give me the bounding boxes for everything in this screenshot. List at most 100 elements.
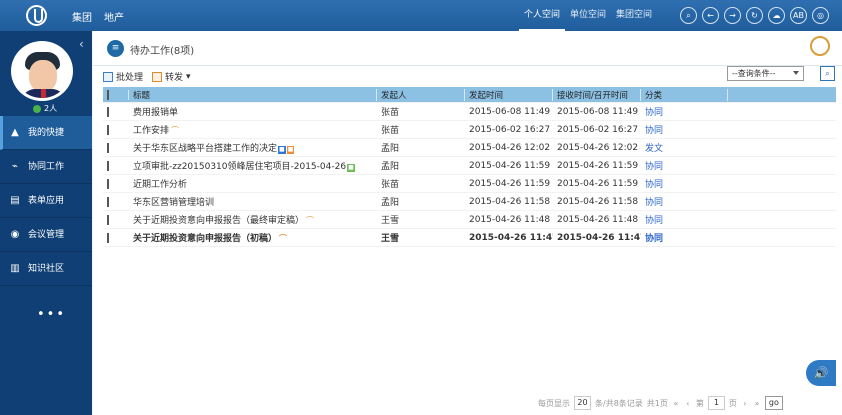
first-page-icon[interactable]: « (672, 399, 680, 408)
tab-unit-space[interactable]: 单位空间 (565, 0, 611, 31)
table-row[interactable]: 华东区营销管理培训 孟阳 2015-04-26 11:58 2015-04-26… (103, 193, 836, 211)
row-title-cell[interactable]: 关于近期投资意向申报报告（初稿） ⌒ (129, 231, 377, 244)
next-page-icon[interactable]: › (741, 399, 749, 408)
header-sender[interactable]: 发起人 (377, 88, 465, 101)
nav-real-estate[interactable]: 地产 (104, 9, 124, 24)
row-category[interactable]: 协同 (641, 177, 728, 190)
row-title-cell[interactable]: 立项审批-zz20150310领峰居住宅项目-2015-04-26 ■ (129, 159, 377, 172)
row-category[interactable]: 协同 (641, 213, 728, 226)
header-start-time[interactable]: 发起时间 (465, 88, 553, 101)
refresh-icon[interactable]: ↻ (746, 7, 763, 24)
table-row[interactable]: 关于华东区战略平台搭建工作的决定 ■ ■ 孟阳 2015-04-26 12:02 2… (103, 139, 836, 157)
table-row[interactable]: 立项审批-zz20150310领峰居住宅项目-2015-04-26 ■ 孟阳 20… (103, 157, 836, 175)
sidebar-item-collaboration[interactable]: ⌁ 协同工作 (0, 150, 92, 184)
table-row[interactable]: 工作安排 ⌒ 张苗 2015-06-02 16:27 2015-06-02 16:… (103, 121, 836, 139)
row-title[interactable]: 关于近期投资意向申报报告（初稿） (133, 234, 277, 244)
form-icon: ▤ (10, 194, 20, 206)
row-received-time: 2015-06-08 11:49 (557, 106, 639, 117)
sidebar-item-shortcuts[interactable]: ▲ 我的快捷 (0, 116, 92, 150)
tab-personal-space[interactable]: 个人空间 (519, 0, 566, 31)
row-category[interactable]: 协同 (641, 159, 728, 172)
table-row[interactable]: 近期工作分析 张苗 2015-04-26 11:59 2015-04-26 11… (103, 175, 836, 193)
company-logo (26, 5, 47, 26)
sidebar-item-forms[interactable]: ▤ 表单应用 (0, 184, 92, 218)
row-title-cell[interactable]: 关于华东区战略平台搭建工作的决定 ■ ■ (129, 141, 377, 154)
triangle-icon: ▲ (11, 126, 19, 138)
sidebar-item-label: 表单应用 (28, 195, 65, 206)
row-checkbox[interactable] (107, 232, 109, 243)
row-received-time: 2015-06-02 16:27 (557, 124, 639, 135)
menu-icon[interactable]: ≡ (107, 40, 124, 57)
forward-label: 转发 (165, 73, 184, 83)
row-sender: 张苗 (381, 126, 400, 136)
table-row[interactable]: 关于近期投资意向申报报告（最终审定稿） ⌒ 王雪 2015-04-26 11:48… (103, 211, 836, 229)
row-start-time: 2015-04-26 11:58 (469, 196, 551, 207)
row-category[interactable]: 协同 (641, 195, 728, 208)
row-title[interactable]: 华东区营销管理培训 (129, 195, 377, 208)
row-checkbox[interactable] (107, 178, 109, 189)
header-title[interactable]: 标题 (129, 88, 377, 101)
page-number-input[interactable]: 1 (707, 396, 725, 410)
row-received-time: 2015-04-26 11:59 (557, 178, 639, 189)
row-checkbox[interactable] (107, 214, 109, 225)
settings-icon[interactable]: ◎ (812, 7, 829, 24)
network-icon: ⌁ (11, 160, 19, 172)
select-all-checkbox[interactable] (107, 89, 109, 100)
forward-icon (152, 71, 163, 82)
prev-page-icon[interactable]: ‹ (684, 399, 692, 408)
row-title-cell[interactable]: 关于近期投资意向申报报告（最终审定稿） ⌒ (129, 213, 377, 226)
nav-group[interactable]: 集团 (72, 9, 92, 24)
row-category[interactable]: 协同 (641, 105, 728, 118)
collapse-sidebar-icon[interactable]: ‹ (79, 37, 84, 51)
row-title[interactable]: 近期工作分析 (129, 177, 377, 190)
avatar[interactable] (11, 41, 73, 101)
header-category[interactable]: 分类 (641, 88, 728, 101)
go-button[interactable]: go (764, 396, 783, 410)
per-page-label: 每页显示 (538, 398, 570, 408)
row-start-time: 2015-04-26 11:47 (469, 232, 553, 243)
row-checkbox-cell (103, 160, 129, 171)
last-page-icon[interactable]: » (753, 399, 761, 408)
search-button[interactable]: ⌕ (820, 66, 835, 81)
row-category[interactable]: 发文 (641, 141, 728, 154)
sidebar-item-meetings[interactable]: ◉ 会议管理 (0, 218, 92, 252)
row-title[interactable]: 工作安排 (133, 126, 169, 136)
row-category[interactable]: 协同 (641, 231, 728, 244)
row-checkbox[interactable] (107, 124, 109, 135)
attachment-icon: ⌒ (279, 234, 288, 243)
clock-icon[interactable] (810, 36, 830, 56)
batch-icon (103, 71, 113, 82)
sidebar: ‹ 2人 ▲ 我的快捷 ⌁ 协同工作 ▤ 表单应用 ◉ 会议管理 ▥ 知识社区 … (0, 31, 92, 415)
row-checkbox[interactable] (107, 142, 109, 153)
cloud-icon[interactable]: ☁ (768, 7, 785, 24)
per-page-input[interactable]: 20 (574, 396, 591, 410)
sidebar-item-knowledge[interactable]: ▥ 知识社区 (0, 252, 92, 286)
ab-icon[interactable]: AB (790, 7, 807, 24)
forward-button[interactable]: 转发 ▾ (152, 70, 191, 83)
table-row[interactable]: 费用报销单 张苗 2015-06-08 11:49 2015-06-08 11:… (103, 103, 836, 121)
speaker-icon[interactable]: 🔊 (806, 360, 836, 386)
select-all-cell (103, 89, 129, 100)
more-menu-button[interactable]: ••• (37, 307, 66, 322)
tab-group-space[interactable]: 集团空间 (611, 0, 657, 31)
row-checkbox[interactable] (107, 106, 109, 117)
header-received-time[interactable]: 接收时间/召开时间 (553, 88, 641, 101)
query-condition-select[interactable]: --查询条件-- (727, 66, 804, 81)
row-checkbox[interactable] (107, 196, 109, 207)
search-icon[interactable]: ⌕ (680, 7, 697, 24)
row-title[interactable]: 立项审批-zz20150310领峰居住宅项目-2015-04-26 (133, 162, 346, 172)
row-category[interactable]: 协同 (641, 123, 728, 136)
user-status: 2人 (33, 103, 57, 114)
row-title[interactable]: 关于近期投资意向申报报告（最终审定稿） (133, 216, 304, 226)
back-icon[interactable]: ← (702, 7, 719, 24)
row-start-time: 2015-04-26 11:48 (469, 214, 551, 225)
row-title[interactable]: 费用报销单 (129, 105, 377, 118)
row-checkbox[interactable] (107, 160, 109, 171)
row-received-time: 2015-04-26 11:59 (557, 160, 639, 171)
row-title-cell[interactable]: 工作安排 ⌒ (129, 123, 377, 136)
forward-icon[interactable]: → (724, 7, 741, 24)
batch-process-button[interactable]: 批处理 (103, 70, 143, 83)
table-row[interactable]: 关于近期投资意向申报报告（初稿） ⌒ 王雪 2015-04-26 11:47 20… (103, 229, 836, 247)
row-title[interactable]: 关于华东区战略平台搭建工作的决定 (133, 144, 277, 154)
record-summary: 条/共8条记录 (595, 398, 643, 408)
